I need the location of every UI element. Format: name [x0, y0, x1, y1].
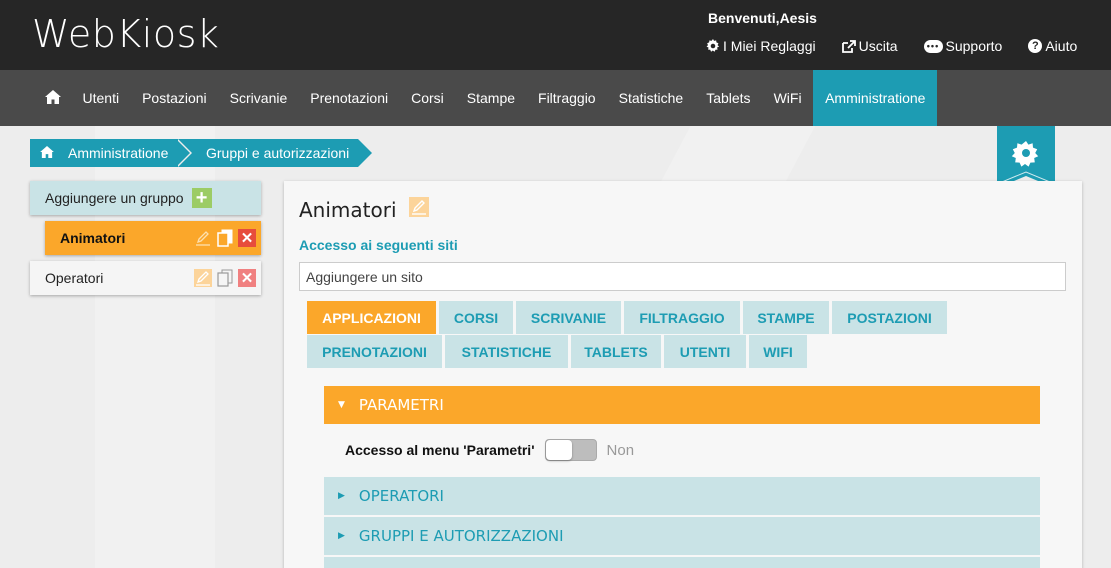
- group-actions: ✕: [194, 269, 256, 287]
- nav-postazioni[interactable]: Postazioni: [131, 70, 219, 126]
- tab-statistiche[interactable]: STATISTICHE: [445, 335, 568, 368]
- breadcrumb-amministratione[interactable]: Amministratione: [30, 139, 192, 167]
- section-next[interactable]: [324, 557, 1040, 568]
- edit-title-icon[interactable]: [408, 197, 429, 222]
- group-detail-panel: Animatori Accesso ai seguenti siti APPLI…: [284, 181, 1082, 568]
- nav-wifi[interactable]: WiFi: [762, 70, 813, 126]
- nav-scrivanie[interactable]: Scrivanie: [218, 70, 299, 126]
- support-link[interactable]: ••• Supporto: [923, 38, 1003, 54]
- tab-postazioni[interactable]: POSTAZIONI: [832, 301, 947, 334]
- tab-corsi[interactable]: CORSI: [439, 301, 513, 334]
- group-actions: ✕: [194, 229, 256, 247]
- section-label: PARAMETRI: [358, 396, 444, 414]
- breadcrumb-gruppi[interactable]: Gruppi e autorizzazioni: [176, 139, 372, 167]
- group-name: Operatori: [45, 270, 104, 286]
- help-icon: ?: [1028, 39, 1043, 53]
- welcome-text: Benvenuti,Aesis: [708, 10, 817, 26]
- logout-label: Uscita: [858, 38, 898, 54]
- chat-icon: •••: [923, 39, 943, 53]
- section-label: GRUPPI E AUTORIZZAZIONI: [358, 527, 564, 545]
- nav-amministratione[interactable]: Amministratione: [813, 70, 938, 126]
- delete-icon[interactable]: ✕: [238, 269, 256, 287]
- help-label: Aiuto: [1045, 38, 1078, 54]
- toggle-knob: [545, 440, 572, 460]
- nav-statistiche[interactable]: Statistiche: [607, 70, 695, 126]
- group-item-animatori[interactable]: Animatori ✕: [45, 221, 261, 255]
- settings-ribbon-button[interactable]: [996, 126, 1056, 188]
- section-label: OPERATORI: [358, 487, 444, 505]
- nav-stampe[interactable]: Stampe: [455, 70, 526, 126]
- nav-corsi[interactable]: Corsi: [400, 70, 456, 126]
- breadcrumb-label: Amministratione: [68, 145, 169, 161]
- caret-right-icon: ▶: [338, 491, 345, 501]
- group-item-operatori[interactable]: Operatori ✕: [30, 261, 261, 295]
- plus-icon: +: [191, 188, 212, 208]
- access-sites-label: Accesso ai seguenti siti: [299, 237, 458, 253]
- support-label: Supporto: [945, 38, 1003, 54]
- edit-icon[interactable]: [194, 229, 212, 247]
- home-icon: [40, 145, 54, 161]
- add-site-input[interactable]: [299, 262, 1066, 291]
- tab-stampe[interactable]: STAMPE: [743, 301, 829, 334]
- param-access-toggle[interactable]: [544, 439, 597, 461]
- tab-filtraggio[interactable]: FILTRAGGIO: [624, 301, 740, 334]
- caret-right-icon: ▶: [338, 531, 345, 541]
- header-links: I Miei Reglaggi Uscita ••• Supporto ? Ai…: [706, 38, 1077, 54]
- copy-icon[interactable]: [216, 229, 234, 247]
- tab-scrivanie[interactable]: SCRIVANIE: [516, 301, 621, 334]
- logout-link[interactable]: Uscita: [841, 38, 898, 54]
- nav-tablets[interactable]: Tablets: [695, 70, 762, 126]
- home-icon: [45, 89, 61, 107]
- nav-utenti[interactable]: Utenti: [71, 70, 131, 126]
- tab-wifi[interactable]: WIFI: [749, 335, 807, 368]
- delete-icon[interactable]: ✕: [238, 229, 256, 247]
- section-operatori[interactable]: ▶ OPERATORI: [324, 477, 1040, 515]
- permission-tabs: APPLICAZIONI CORSI SCRIVANIE FILTRAGGIO …: [307, 301, 987, 369]
- external-link-icon: [841, 39, 856, 53]
- section-gruppi-autorizzazioni[interactable]: ▶ GRUPPI E AUTORIZZAZIONI: [324, 517, 1040, 555]
- gear-icon: [706, 39, 720, 53]
- add-group-button[interactable]: Aggiungere un gruppo +: [30, 181, 261, 215]
- my-settings-link[interactable]: I Miei Reglaggi: [706, 38, 816, 54]
- breadcrumb: Amministratione Gruppi e autorizzazioni: [30, 139, 372, 167]
- param-access-row: Accesso al menu 'Parametri' Non: [345, 439, 634, 461]
- tab-applicazioni[interactable]: APPLICAZIONI: [307, 301, 436, 334]
- add-group-label: Aggiungere un gruppo: [45, 190, 184, 206]
- app-logo[interactable]: WebKiosk: [32, 12, 219, 56]
- group-title: Animatori: [299, 197, 429, 222]
- nav-prenotazioni[interactable]: Prenotazioni: [299, 70, 400, 126]
- breadcrumb-label: Gruppi e autorizzazioni: [206, 145, 350, 161]
- group-title-text: Animatori: [299, 197, 397, 222]
- groups-panel: Aggiungere un gruppo + Animatori ✕ Opera…: [30, 181, 261, 295]
- top-header: WebKiosk Benvenuti,Aesis I Miei Reglaggi…: [0, 0, 1111, 70]
- caret-down-icon: ▼: [338, 400, 345, 410]
- nav-home[interactable]: [36, 70, 71, 126]
- group-name: Animatori: [60, 230, 126, 246]
- param-access-label: Accesso al menu 'Parametri': [345, 442, 535, 458]
- tab-tablets[interactable]: TABLETS: [571, 335, 661, 368]
- edit-icon[interactable]: [194, 269, 212, 287]
- toggle-state-text: Non: [606, 441, 635, 459]
- tab-prenotazioni[interactable]: PRENOTAZIONI: [307, 335, 442, 368]
- copy-icon[interactable]: [216, 269, 234, 287]
- nav-filtraggio[interactable]: Filtraggio: [527, 70, 608, 126]
- my-settings-label: I Miei Reglaggi: [723, 38, 816, 54]
- tab-utenti[interactable]: UTENTI: [664, 335, 746, 368]
- main-nav: Utenti Postazioni Scrivanie Prenotazioni…: [0, 70, 1111, 126]
- section-parametri[interactable]: ▼ PARAMETRI: [324, 386, 1040, 424]
- help-link[interactable]: ? Aiuto: [1028, 38, 1077, 54]
